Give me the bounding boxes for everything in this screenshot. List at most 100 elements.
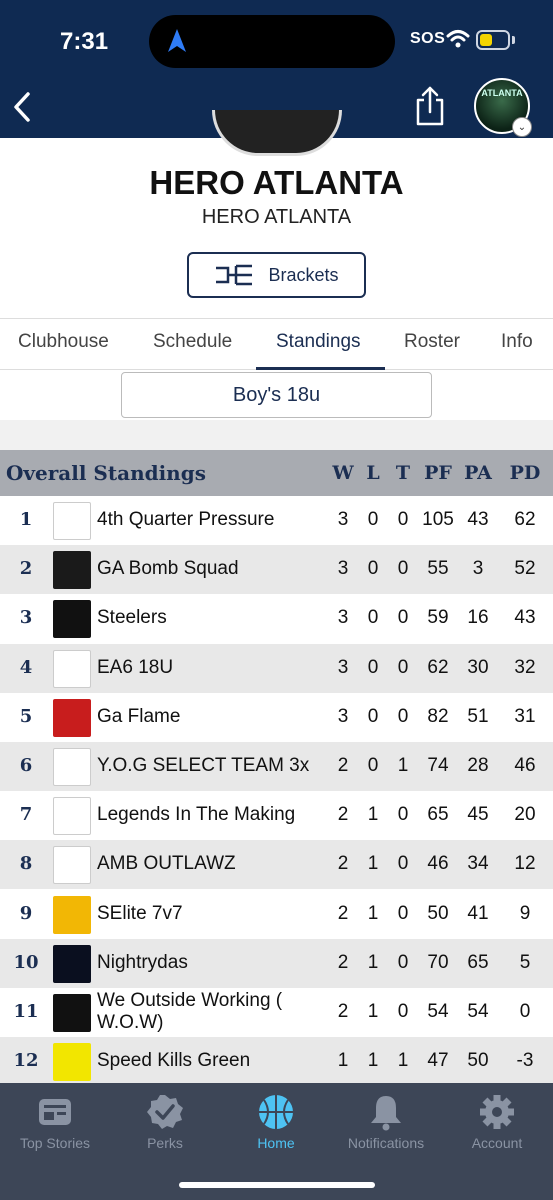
table-row[interactable]: 3 Steelers 3 0 0 59 16 43 xyxy=(0,594,553,643)
stat-pa: 65 xyxy=(467,951,489,973)
stat-pf: 55 xyxy=(427,558,449,580)
stat-pf: 105 xyxy=(422,509,454,530)
rank: 5 xyxy=(19,705,33,727)
table-row[interactable]: 7 Legends In The Making 2 1 0 65 45 20 xyxy=(0,791,553,840)
stat-pa: 3 xyxy=(472,558,484,580)
brackets-button[interactable]: Brackets xyxy=(187,252,366,298)
team-logo xyxy=(53,551,91,590)
stat-pd: 12 xyxy=(514,853,536,875)
standings-header: Overall Standings W L T PF PA PD xyxy=(0,450,553,496)
team-name[interactable]: Legends In The Making xyxy=(97,804,295,826)
rank: 7 xyxy=(19,804,33,826)
table-row[interactable]: 9 SElite 7v7 2 1 0 50 41 9 xyxy=(0,890,553,939)
table-row[interactable]: 4 EA6 18U 3 0 0 62 30 32 xyxy=(0,643,553,693)
rank: 3 xyxy=(19,607,33,629)
table-row[interactable]: 5 Ga Flame 3 0 0 82 51 31 xyxy=(0,693,553,742)
stat-pf: 50 xyxy=(427,902,449,924)
location-arrow-icon xyxy=(168,29,186,52)
table-row[interactable]: 10 Nightrydas 2 1 0 70 65 5 xyxy=(0,938,553,988)
sos-indicator: SOS xyxy=(410,30,446,47)
table-row[interactable]: 8 AMB OUTLAWZ 2 1 0 46 34 12 xyxy=(0,840,553,890)
stat-pf: 47 xyxy=(427,1050,449,1072)
stat-pa: 30 xyxy=(467,656,489,678)
stat-pf: 70 xyxy=(427,951,449,973)
battery-icon xyxy=(476,30,510,50)
team-name[interactable]: GA Bomb Squad xyxy=(97,558,239,580)
avatar-text: ATLANTA xyxy=(481,88,523,98)
table-row[interactable]: 12 Speed Kills Green 1 1 1 47 50 -3 xyxy=(0,1037,553,1087)
stat-pd: 32 xyxy=(514,656,536,678)
team-name[interactable]: SElite 7v7 xyxy=(97,903,183,925)
tab-schedule[interactable]: Schedule xyxy=(153,331,232,353)
team-name[interactable]: AMB OUTLAWZ xyxy=(97,853,236,875)
team-name[interactable]: Y.O.G SELECT TEAM 3x xyxy=(97,755,309,777)
badge-check-icon xyxy=(147,1095,183,1129)
rank: 11 xyxy=(13,1001,39,1022)
stat-pa: 34 xyxy=(467,853,489,875)
stat-pd: 52 xyxy=(514,558,536,580)
stat-pd: 20 xyxy=(514,804,536,826)
stat-t: 0 xyxy=(397,705,409,727)
page-title: HERO ATLANTA xyxy=(149,164,404,201)
tab-roster[interactable]: Roster xyxy=(404,331,460,353)
team-logo xyxy=(53,748,91,786)
home-indicator xyxy=(179,1182,375,1188)
stat-pf: 54 xyxy=(427,1001,449,1022)
stat-pd: 5 xyxy=(519,951,531,973)
back-chevron-icon[interactable] xyxy=(8,88,38,128)
column-header-pa: PA xyxy=(464,462,492,484)
rank: 2 xyxy=(19,558,33,580)
stat-t: 1 xyxy=(397,755,409,776)
share-icon[interactable] xyxy=(412,84,448,128)
team-name[interactable]: Steelers xyxy=(97,607,167,629)
stat-t: 0 xyxy=(397,656,409,678)
stat-pf: 62 xyxy=(427,656,449,678)
team-name[interactable]: Speed Kills Green xyxy=(97,1050,250,1072)
dynamic-island xyxy=(149,15,395,68)
stat-pd: -3 xyxy=(516,1050,534,1072)
stat-t: 0 xyxy=(397,853,409,875)
stat-pf: 74 xyxy=(427,755,449,776)
table-row[interactable]: 6 Y.O.G SELECT TEAM 3x 2 0 1 74 28 46 xyxy=(0,742,553,791)
tab-standings[interactable]: Standings xyxy=(276,331,361,353)
stat-pf: 59 xyxy=(427,607,449,629)
tab-account[interactable]: Account xyxy=(442,1093,552,1151)
stat-pa: 41 xyxy=(467,902,489,924)
team-logo xyxy=(53,797,91,836)
stat-pa: 51 xyxy=(467,705,489,727)
table-row[interactable]: 2 GA Bomb Squad 3 0 0 55 3 52 xyxy=(0,545,553,595)
stat-pa: 43 xyxy=(467,509,489,530)
stat-t: 0 xyxy=(397,607,409,629)
team-name[interactable]: Nightrydas xyxy=(97,952,188,974)
stat-t: 0 xyxy=(397,804,409,826)
tab-home[interactable]: Home xyxy=(221,1093,331,1151)
tab-label: Account xyxy=(471,1135,523,1151)
column-header-pd: PD xyxy=(509,462,541,484)
stat-pa: 45 xyxy=(467,804,489,826)
team-name[interactable]: EA6 18U xyxy=(97,657,173,679)
table-row[interactable]: 11 We Outside Working ( W.O.W) 2 1 0 54 54 0 xyxy=(0,988,553,1037)
chevron-down-icon[interactable]: ⌄ xyxy=(512,117,532,137)
team-name[interactable]: 4th Quarter Pressure xyxy=(97,509,274,531)
division-selector[interactable]: Boy's 18u xyxy=(121,372,432,418)
tab-top-stories[interactable]: Top Stories xyxy=(0,1093,110,1151)
stat-pa: 50 xyxy=(467,1050,489,1072)
team-logo xyxy=(53,600,91,639)
page-subtitle: HERO ATLANTA xyxy=(201,206,352,228)
tab-clubhouse[interactable]: Clubhouse xyxy=(18,331,109,353)
stat-pd: 0 xyxy=(519,1001,531,1022)
stat-pf: 65 xyxy=(427,804,449,826)
tab-perks[interactable]: Perks xyxy=(110,1093,220,1151)
team-name[interactable]: We Outside Working ( W.O.W) xyxy=(97,990,317,1034)
tab-info[interactable]: Info xyxy=(501,331,533,353)
table-row[interactable]: 1 4th Quarter Pressure 3 0 0 105 43 62 xyxy=(0,496,553,545)
column-header-t: T xyxy=(395,462,411,484)
team-name[interactable]: Ga Flame xyxy=(97,706,180,728)
stat-t: 0 xyxy=(397,1001,409,1022)
tab-notifications[interactable]: Notifications xyxy=(331,1093,441,1151)
team-logo xyxy=(53,895,91,934)
stat-t: 0 xyxy=(397,509,409,530)
rank: 10 xyxy=(13,951,39,973)
rank: 8 xyxy=(19,853,33,875)
rank: 1 xyxy=(19,509,33,530)
